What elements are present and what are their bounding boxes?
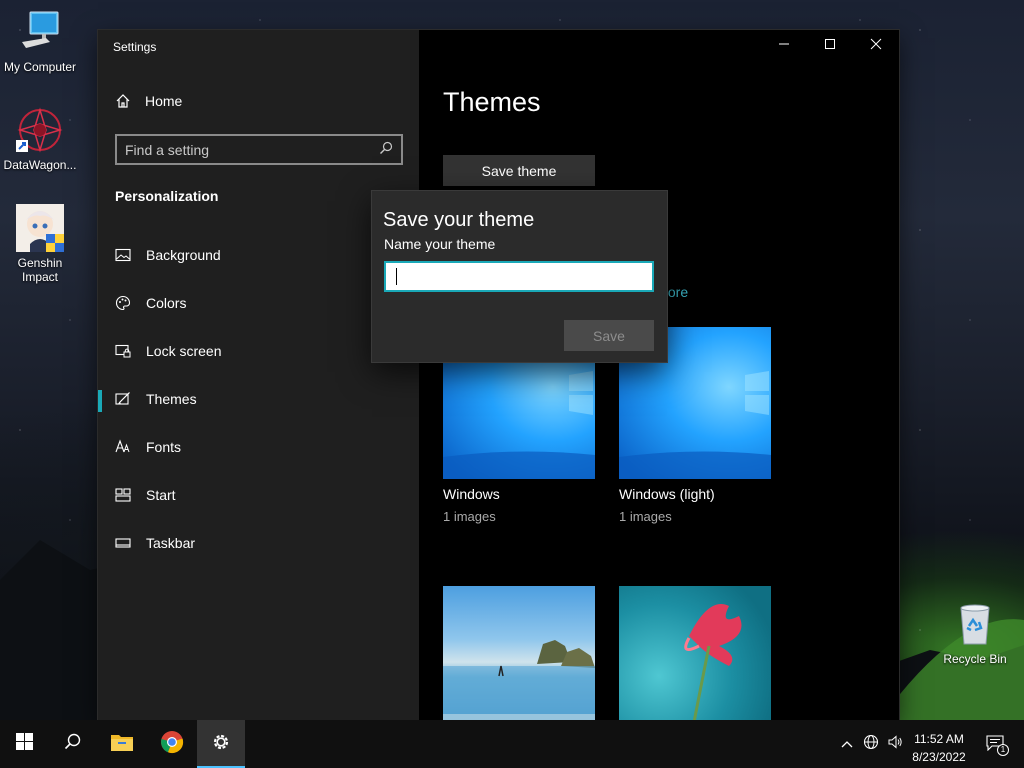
search-box[interactable] bbox=[115, 134, 403, 165]
sidebar-item-lock-screen[interactable]: Lock screen bbox=[98, 327, 419, 375]
start-layout-icon bbox=[115, 487, 131, 503]
recycle-bin-icon bbox=[951, 600, 999, 648]
desktop-icon-my-computer[interactable]: My Computer bbox=[0, 8, 80, 74]
beach-landscape-image bbox=[443, 640, 595, 720]
settings-gear-icon bbox=[211, 732, 231, 757]
palette-icon bbox=[115, 295, 131, 311]
sidebar-item-taskbar[interactable]: Taskbar bbox=[98, 519, 419, 567]
genshin-impact-icon bbox=[16, 204, 64, 252]
globe-network-icon bbox=[863, 734, 879, 755]
sidebar-item-label: Lock screen bbox=[146, 343, 222, 359]
close-button[interactable] bbox=[853, 30, 899, 62]
sidebar-item-label: Colors bbox=[146, 295, 187, 311]
home-icon bbox=[115, 93, 131, 109]
desktop-icon-genshin[interactable]: Genshin Impact bbox=[0, 204, 80, 284]
clock-date: 8/23/2022 bbox=[912, 750, 966, 764]
sidebar-item-start[interactable]: Start bbox=[98, 471, 419, 519]
picture-icon bbox=[115, 247, 131, 263]
chrome-button[interactable] bbox=[148, 720, 196, 768]
action-center-button[interactable]: 1 bbox=[984, 735, 1009, 756]
lock-screen-icon bbox=[115, 343, 131, 359]
desktop-icon-datawagon[interactable]: DataWagon... bbox=[0, 106, 80, 172]
theme-name-input[interactable] bbox=[384, 261, 654, 292]
desktop-icon-label: My Computer bbox=[3, 60, 77, 74]
desktop-icon-label: Genshin Impact bbox=[17, 256, 63, 284]
search-icon bbox=[64, 733, 81, 755]
text-caret bbox=[396, 268, 397, 285]
save-theme-button[interactable]: Save theme bbox=[443, 155, 595, 186]
section-title: Personalization bbox=[115, 188, 219, 204]
windows-start-icon bbox=[15, 733, 33, 755]
sidebar-item-label: Start bbox=[146, 487, 176, 503]
search-icon[interactable] bbox=[379, 141, 393, 158]
dialog-title: Save your theme bbox=[383, 209, 535, 231]
notification-icon: 1 bbox=[986, 735, 1009, 756]
minimize-button[interactable] bbox=[761, 30, 807, 62]
sidebar-item-colors[interactable]: Colors bbox=[98, 279, 419, 327]
theme-image-count: 1 images bbox=[443, 509, 496, 524]
desktop-icon-label: Recycle Bin bbox=[943, 652, 1007, 666]
nav-list: Background Colors Lock screen Themes Fon… bbox=[98, 231, 419, 567]
settings-taskbar-button[interactable] bbox=[197, 720, 245, 768]
close-icon bbox=[870, 37, 882, 55]
minimize-icon bbox=[778, 37, 790, 55]
sidebar-item-fonts[interactable]: Fonts bbox=[98, 423, 419, 471]
start-button[interactable] bbox=[0, 720, 48, 768]
notification-count-badge: 1 bbox=[997, 744, 1009, 756]
window-title: Settings bbox=[113, 40, 157, 54]
desktop-icon-recycle-bin[interactable]: Recycle Bin bbox=[935, 600, 1015, 666]
theme-thumbnail bbox=[443, 586, 595, 720]
theme-card-flower[interactable] bbox=[619, 586, 771, 720]
sidebar-item-background[interactable]: Background bbox=[98, 231, 419, 279]
dialog-save-button[interactable]: Save bbox=[564, 320, 654, 351]
show-hidden-icons-button[interactable] bbox=[838, 735, 856, 753]
file-explorer-icon bbox=[110, 732, 134, 757]
maximize-icon bbox=[824, 37, 836, 55]
sidebar-item-label: Background bbox=[146, 247, 221, 263]
theme-name: Windows (light) bbox=[619, 486, 715, 502]
taskbar-clock[interactable]: 11:52 AM 8/23/2022 bbox=[906, 730, 972, 766]
window-controls bbox=[761, 30, 899, 62]
sidebar-item-label: Themes bbox=[146, 391, 197, 407]
store-link[interactable]: tore bbox=[664, 284, 688, 300]
datawagon-logo-icon bbox=[16, 106, 64, 154]
themes-icon bbox=[115, 391, 131, 407]
theme-thumbnail bbox=[619, 586, 771, 720]
taskbar: 11:52 AM 8/23/2022 1 bbox=[0, 720, 1024, 768]
page-title: Themes bbox=[443, 87, 541, 117]
settings-window: Settings Home Personalization Background bbox=[98, 30, 899, 720]
maximize-button[interactable] bbox=[807, 30, 853, 62]
main-content: Themes Save theme tore Windows 1 images … bbox=[419, 30, 899, 720]
save-theme-dialog: Save your theme Name your theme Save bbox=[372, 191, 667, 362]
volume-button[interactable] bbox=[886, 734, 904, 755]
network-button[interactable] bbox=[862, 734, 880, 755]
chrome-icon bbox=[160, 730, 184, 759]
sidebar-item-label: Taskbar bbox=[146, 535, 196, 551]
sidebar-item-label: Home bbox=[145, 93, 183, 109]
search-input[interactable] bbox=[125, 141, 379, 158]
clock-time: 11:52 AM bbox=[914, 732, 964, 746]
computer-icon bbox=[16, 8, 64, 56]
sidebar-item-label: Fonts bbox=[146, 439, 182, 455]
desktop-icon-label: DataWagon... bbox=[3, 158, 77, 172]
sidebar-item-home[interactable]: Home bbox=[115, 93, 182, 109]
sidebar-item-themes[interactable]: Themes bbox=[98, 375, 419, 423]
fonts-icon bbox=[115, 439, 131, 455]
speaker-icon bbox=[887, 734, 903, 755]
theme-name: Windows bbox=[443, 486, 500, 502]
taskbar-search-button[interactable] bbox=[48, 720, 96, 768]
taskbar-icon bbox=[115, 535, 131, 551]
flower-image bbox=[684, 604, 742, 720]
theme-image-count: 1 images bbox=[619, 509, 672, 524]
theme-card-beach[interactable] bbox=[443, 586, 595, 720]
chevron-up-icon bbox=[841, 735, 853, 753]
dialog-label: Name your theme bbox=[384, 236, 496, 252]
sidebar: Settings Home Personalization Background bbox=[98, 30, 419, 720]
file-explorer-button[interactable] bbox=[98, 720, 146, 768]
